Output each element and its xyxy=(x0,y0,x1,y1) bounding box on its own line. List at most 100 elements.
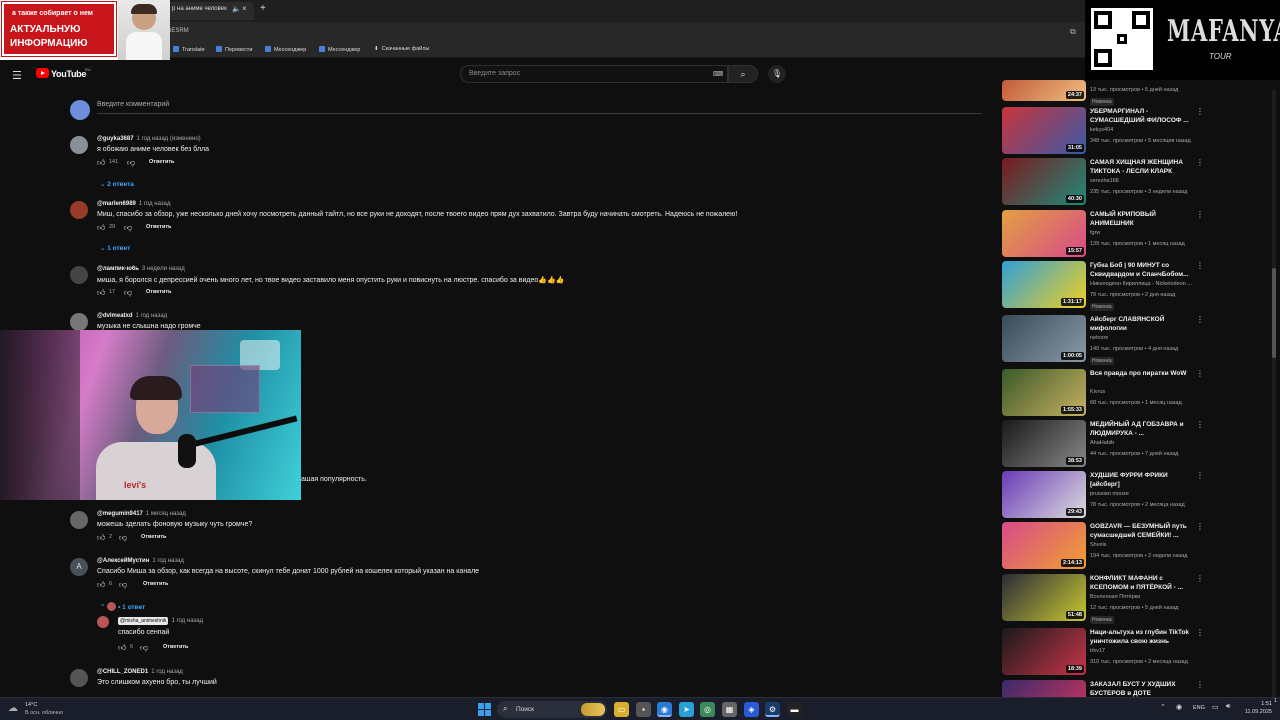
bookmark-translate[interactable]: Translate xyxy=(173,46,205,53)
notification-icon[interactable]: 1 xyxy=(1274,698,1277,704)
volume-icon[interactable]: 🔊︎ xyxy=(1226,703,1230,711)
video-thumbnail[interactable]: 40:30 xyxy=(1002,158,1086,205)
video-thumbnail[interactable]: 51:48 xyxy=(1002,574,1086,621)
browser-tab-active[interactable]: р на аниме человек 🔈 × xyxy=(162,2,254,20)
scrollbar[interactable] xyxy=(1272,90,1276,700)
comment-author[interactable]: @dvlmeatxd 1 год назад xyxy=(97,313,167,319)
video-title[interactable]: САМЫЙ КРИПОВЫЙ АНИМЕШНИК xyxy=(1090,210,1195,228)
language-indicator[interactable]: ENG xyxy=(1193,705,1205,711)
reply-button[interactable]: Ответить xyxy=(146,289,171,295)
video-item[interactable]: 1:31:17 Губка Боб | 90 МИНУТ со Сквидвард… xyxy=(1002,261,1204,311)
windows-start-icon[interactable] xyxy=(478,703,492,716)
mic-button[interactable]: 🎙 xyxy=(768,65,786,83)
more-options-icon[interactable]: ⋮ xyxy=(1196,471,1204,480)
avatar[interactable] xyxy=(70,201,88,219)
monitor-icon[interactable]: ▭ xyxy=(1212,703,1219,711)
install-icon[interactable]: ⧉ xyxy=(1070,27,1076,37)
video-item[interactable]: 1:00:05 Айсберг СЛАВЯНСКОЙ мифологии ⋮ netc… xyxy=(1002,315,1204,365)
bookmark-messenger-2[interactable]: Мессенджер xyxy=(319,46,360,53)
chevron-up-icon[interactable]: ⌃ xyxy=(1160,703,1166,711)
video-thumbnail[interactable]: 38:53 xyxy=(1002,420,1086,467)
reply-button[interactable]: Ответить xyxy=(146,224,171,230)
video-title[interactable]: Вся правда про пиратки WoW xyxy=(1090,369,1195,378)
more-options-icon[interactable]: ⋮ xyxy=(1196,628,1204,637)
video-title[interactable]: САМАЯ ХИЩНАЯ ЖЕНЩИНА ТИКТОКА - ЛЕСЛИ КЛА… xyxy=(1090,158,1195,176)
more-options-icon[interactable]: ⋮ xyxy=(1196,107,1204,116)
avatar[interactable] xyxy=(97,616,109,628)
replies-toggle[interactable]: ⌄ 1 ответ xyxy=(100,244,130,252)
replies-toggle[interactable]: ⌃ • 1 ответ xyxy=(100,602,145,611)
reply-button[interactable]: Ответить xyxy=(141,534,166,540)
video-item[interactable]: 31:05 УБЕРМАРГИНАЛ - СУМАСШЕДШИЙ ФИЛОСОФ … xyxy=(1002,107,1204,157)
comment-author[interactable]: @лампик-ю6ь 3 недели назад xyxy=(97,266,185,272)
avatar[interactable]: A xyxy=(70,558,88,576)
thumbs-up-icon[interactable]: 👍︎ xyxy=(97,580,105,590)
video-title[interactable]: ЗАКАЗАЛ БУСТ У ХУДШИХ БУСТЕРОВ в ДОТЕ xyxy=(1090,680,1195,698)
app-icon[interactable]: ▦ xyxy=(722,702,737,717)
thumbs-down-icon[interactable]: 👎︎ xyxy=(119,580,127,590)
taskbar-search[interactable]: ⌕ Поиск xyxy=(497,701,607,718)
video-title[interactable]: Айсберг СЛАВЯНСКОЙ мифологии xyxy=(1090,315,1195,333)
video-title[interactable]: ХУДШИЕ ФУРРИ ФРИКИ [айсберг] xyxy=(1090,471,1195,489)
avatar[interactable] xyxy=(70,266,88,284)
video-item[interactable]: 18:39 Наци-альтуха из глубин TikTok уничт… xyxy=(1002,628,1204,678)
more-options-icon[interactable]: ⋮ xyxy=(1196,369,1204,378)
video-thumbnail[interactable]: 1:55:33 xyxy=(1002,369,1086,416)
search-input[interactable]: Введите запрос ⌨ xyxy=(460,65,728,83)
video-item[interactable]: 29:43 ХУДШИЕ ФУРРИ ФРИКИ [айсберг] ⋮ prussi… xyxy=(1002,471,1204,521)
bookmark-perevesti[interactable]: Перевести xyxy=(216,46,252,53)
video-thumbnail[interactable]: 2:14:13 xyxy=(1002,522,1086,569)
video-channel[interactable]: kekys404 xyxy=(1090,127,1113,133)
reply-button[interactable]: Ответить xyxy=(163,644,188,650)
telegram-icon[interactable]: ➤ xyxy=(679,702,694,717)
video-channel[interactable]: prussian mouse xyxy=(1090,491,1129,497)
video-channel[interactable]: Никелодеон Кириллица - Nickelodeon ... xyxy=(1090,281,1192,287)
video-thumbnail[interactable]: 15:57 xyxy=(1002,210,1086,257)
video-thumbnail[interactable]: 18:39 xyxy=(1002,628,1086,675)
video-thumbnail[interactable]: 24:37 xyxy=(1002,80,1086,101)
thumbs-down-icon[interactable]: 👎︎ xyxy=(124,288,132,298)
video-thumbnail[interactable]: 1:00:05 xyxy=(1002,315,1086,362)
thumbs-up-icon[interactable]: 👍︎ xyxy=(97,158,105,168)
thumbs-up-icon[interactable]: 👍︎ xyxy=(118,643,126,653)
more-options-icon[interactable]: ⋮ xyxy=(1196,680,1204,689)
video-item[interactable]: 15:57 САМЫЙ КРИПОВЫЙ АНИМЕШНИК ⋮ fgrw 139 ты… xyxy=(1002,210,1204,260)
video-thumbnail[interactable]: 31:05 xyxy=(1002,107,1086,154)
app-icon[interactable]: ▪ xyxy=(636,702,651,717)
video-item[interactable]: 40:30 САМАЯ ХИЩНАЯ ЖЕНЩИНА ТИКТОКА - ЛЕСЛ… xyxy=(1002,158,1204,208)
avatar[interactable] xyxy=(70,313,88,331)
speaker-icon[interactable]: 🔈 xyxy=(232,5,241,13)
new-tab-icon[interactable]: + xyxy=(260,3,266,14)
clock-time[interactable]: 1:51 xyxy=(1250,701,1272,707)
hamburger-icon[interactable]: ☰ xyxy=(12,69,22,82)
more-options-icon[interactable]: ⋮ xyxy=(1196,420,1204,429)
video-channel[interactable]: AhaHabib xyxy=(1090,440,1114,446)
video-title[interactable]: GOBZAVR — БЕЗУМНЫЙ путь сумасшедшей СЕМЕ… xyxy=(1090,522,1195,540)
add-comment-box[interactable]: Введите комментарий xyxy=(70,100,982,120)
thumbs-down-icon[interactable]: 👎︎ xyxy=(140,643,148,653)
reply-button[interactable]: Ответить xyxy=(143,581,168,587)
app-tray-icon[interactable]: ◉ xyxy=(1176,703,1182,711)
steam-icon[interactable]: ⚙ xyxy=(765,702,780,717)
avatar[interactable] xyxy=(70,669,88,687)
close-icon[interactable]: × xyxy=(242,4,247,13)
comment-author[interactable]: @АлексейМустин 1 год назад xyxy=(97,558,184,564)
video-title[interactable]: Наци-альтуха из глубин TikTok уничтожила… xyxy=(1090,628,1195,646)
video-item[interactable]: 2:14:13 GOBZAVR — БЕЗУМНЫЙ путь сумасшедш… xyxy=(1002,522,1204,572)
bookmark-downloads[interactable]: ⬇ Скачанные файлы xyxy=(374,46,429,52)
video-channel[interactable]: Shveis xyxy=(1090,542,1107,548)
video-thumbnail[interactable]: 29:43 xyxy=(1002,471,1086,518)
scrollbar-thumb[interactable] xyxy=(1272,268,1276,358)
video-channel[interactable]: fgrw xyxy=(1090,230,1100,236)
more-options-icon[interactable]: ⋮ xyxy=(1196,261,1204,270)
comment-author[interactable]: @marlen6989 1 год назад xyxy=(97,201,170,207)
video-item[interactable]: 51:48 КОНФЛИКТ МАФАНИ с КСЕПОМОМ и ПЯТЁРК… xyxy=(1002,574,1204,624)
app-icon[interactable]: ◈ xyxy=(744,702,759,717)
thumbs-up-icon[interactable]: 👍︎ xyxy=(97,288,105,298)
video-item[interactable]: 38:53 МЕДИЙНЫЙ АД ГОБЗАВРА и ЛЮДМИРУКА - … xyxy=(1002,420,1204,470)
reply-author[interactable]: @misha_animeshnik 1 год назад xyxy=(118,617,203,625)
thumbs-down-icon[interactable]: 👎︎ xyxy=(119,533,127,543)
comment-author[interactable]: @megumin9417 1 месяц назад xyxy=(97,511,186,517)
youtube-logo-text[interactable]: YouTube xyxy=(51,69,86,79)
video-channel[interactable]: serezha168 xyxy=(1090,178,1119,184)
